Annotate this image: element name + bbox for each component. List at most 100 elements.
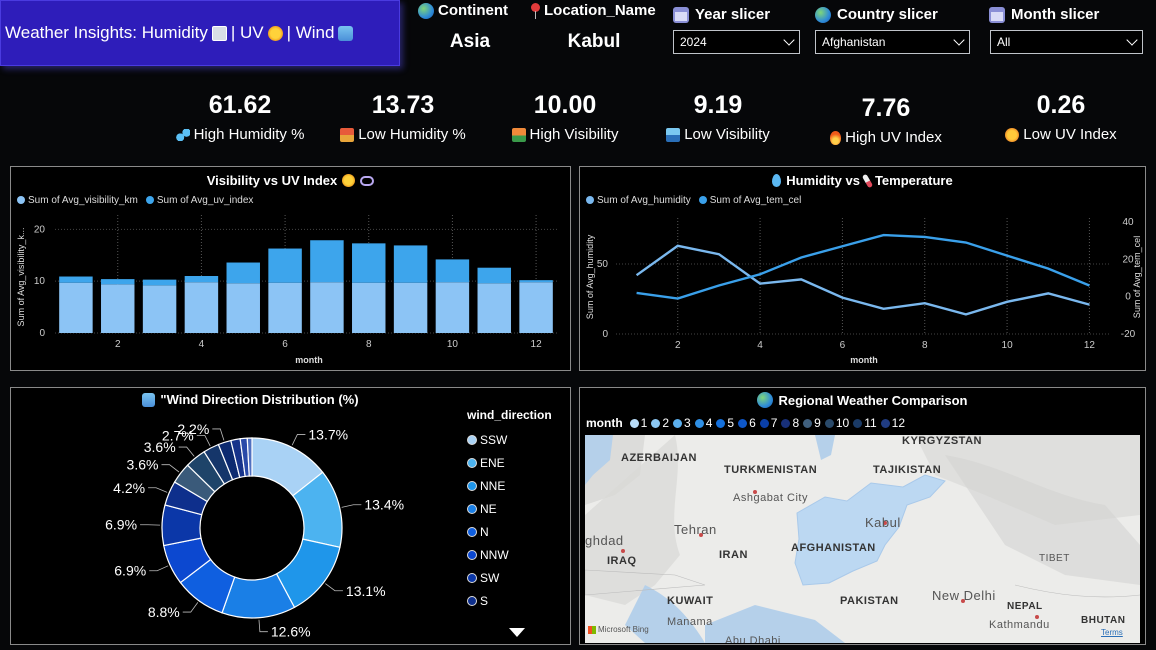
baghdad-marker: [621, 549, 625, 553]
legend-dot: [629, 418, 639, 428]
bar-uv-index: [268, 248, 302, 283]
month-legend-item-12[interactable]: 12: [880, 416, 905, 430]
legend-dot: [467, 503, 477, 514]
legend-dot: [824, 418, 834, 428]
dashboard-title-text: Weather Insights: Humidity: [5, 23, 208, 42]
legend-item-nnw[interactable]: NNW: [467, 543, 552, 566]
legend-label: N: [480, 524, 489, 539]
legend-dot: [738, 418, 748, 428]
bar-uv-index: [184, 276, 219, 283]
legend-label: 1: [640, 416, 648, 430]
country-slicer-label: Country slicer: [815, 6, 938, 23]
humidity-temp-panel: Humidity vs Temperature Sum of Avg_humid…: [579, 166, 1146, 371]
legend-item-nne[interactable]: NNE: [467, 474, 552, 497]
x-tick-label: 10: [1002, 340, 1014, 351]
legend-item-ssw[interactable]: SSW: [467, 428, 552, 451]
donut-leader-line: [325, 583, 343, 592]
legend-dot: [853, 418, 863, 428]
wind-direction-panel: "Wind Direction Distribution (%) 13.7% 13…: [10, 387, 571, 645]
bar-visibility: [477, 283, 511, 333]
location-label: Location_Name: [530, 2, 656, 19]
donut-data-label: 2.2%: [177, 421, 209, 437]
month-slicer-dropdown[interactable]: All: [990, 30, 1143, 54]
month-legend-item-9[interactable]: 9: [803, 416, 821, 430]
legend-item-sw[interactable]: SW: [467, 566, 552, 589]
legend-dot: [467, 526, 477, 537]
month-legend-item-1[interactable]: 1: [629, 416, 648, 430]
month-legend-item-8[interactable]: 8: [781, 416, 799, 430]
bar-visibility: [435, 282, 470, 333]
legend-label: 4: [705, 416, 713, 430]
donut-data-label: 6.9%: [114, 563, 146, 579]
legend-title: wind_direction: [467, 408, 552, 422]
microsoft-logo-icon: [588, 625, 596, 634]
legend-dot: [781, 418, 791, 428]
year-slicer-dropdown[interactable]: 2024: [673, 30, 800, 54]
map-label-pakistan: PAKISTAN: [840, 595, 899, 607]
month-legend-item-10[interactable]: 10: [824, 416, 850, 430]
legend-item-n[interactable]: N: [467, 520, 552, 543]
legend-scroll-down-icon[interactable]: [509, 628, 525, 637]
x-tick-label: 2: [115, 339, 121, 350]
y-tick-label: 10: [34, 276, 46, 287]
humidity-temp-chart: 050-20020402 4 6 8 10 12 month Sum of Avg_hum…: [585, 217, 1142, 365]
desert-icon: [340, 127, 355, 142]
legend-label: 5: [727, 416, 735, 430]
map-label-kabul: Kabul: [865, 515, 901, 530]
month-legend-item-4[interactable]: 4: [694, 416, 713, 430]
legend-item-ne[interactable]: NE: [467, 497, 552, 520]
month-legend-item-2[interactable]: 2: [651, 416, 669, 430]
x-axis-title: month: [850, 355, 878, 365]
legend-dot: [880, 418, 890, 428]
month-legend-item-11[interactable]: 11: [853, 416, 877, 430]
legend-label: 10: [835, 416, 850, 430]
y2-tick-label: 40: [1122, 217, 1134, 228]
sunrise-icon: [511, 127, 526, 142]
y-tick-label: 50: [597, 259, 609, 270]
donut-data-label: 13.7%: [308, 426, 348, 442]
donut-leader-line: [178, 446, 195, 457]
terms-link[interactable]: Terms: [1101, 628, 1123, 637]
bar-visibility: [268, 282, 302, 333]
donut-data-label: 6.9%: [105, 517, 137, 533]
donut-leader-line: [212, 428, 225, 441]
globe-icon: [418, 2, 434, 19]
uv-sun-icon: [267, 25, 283, 41]
legend-item-ene[interactable]: ENE: [467, 451, 552, 474]
month-legend-title: month: [586, 416, 623, 430]
y2-axis-title: Sum of Avg_tem_cel: [1132, 236, 1142, 318]
title-sep-wind: | Wind: [286, 23, 335, 42]
legend-dot: [467, 549, 477, 560]
donut-data-label: 4.2%: [113, 480, 145, 496]
dashboard-title: Weather Insights: Humidity | UV | Wind: [0, 0, 400, 66]
bar-uv-index: [352, 243, 386, 283]
map-terrain: [585, 435, 1140, 643]
month-legend-item-3[interactable]: 3: [673, 416, 691, 430]
bar-visibility: [226, 283, 260, 333]
calendar-icon: [989, 6, 1005, 23]
legend-dot: [673, 418, 683, 428]
line-temperature: [636, 233, 1090, 300]
map-canvas[interactable]: KYRGYZSTAN AZERBAIJAN TURKMENISTAN TAJIK…: [585, 435, 1140, 643]
map-label-manama: Manama: [667, 616, 713, 628]
legend-label: 3: [684, 416, 691, 430]
legend-label: 11: [864, 416, 877, 430]
month-legend-item-6[interactable]: 6: [738, 416, 756, 430]
wind-direction-legend: wind_direction SSW ENE NNE NE N NNW SW S: [467, 408, 552, 612]
month-legend-item-5[interactable]: 5: [716, 416, 734, 430]
globe-icon: [757, 392, 774, 408]
map-label-kyrgyzstan: KYRGYZSTAN: [902, 435, 982, 447]
legend-label: 7: [770, 416, 778, 430]
donut-leader-line: [149, 565, 169, 572]
map-label-afghanistan: AFGHANISTAN: [791, 542, 876, 554]
legend-item-s[interactable]: S: [467, 589, 552, 612]
country-slicer-dropdown[interactable]: Afghanistan: [815, 30, 970, 54]
donut-leader-line: [161, 464, 180, 473]
map-label-azerbaijan: AZERBAIJAN: [621, 452, 697, 464]
donut-leader-line: [291, 434, 306, 446]
legend-label: NE: [480, 501, 497, 516]
chevron-down-icon: [783, 34, 795, 46]
month-legend-item-7[interactable]: 7: [759, 416, 778, 430]
bar-uv-index: [519, 280, 553, 283]
legend-dot: [651, 418, 661, 428]
